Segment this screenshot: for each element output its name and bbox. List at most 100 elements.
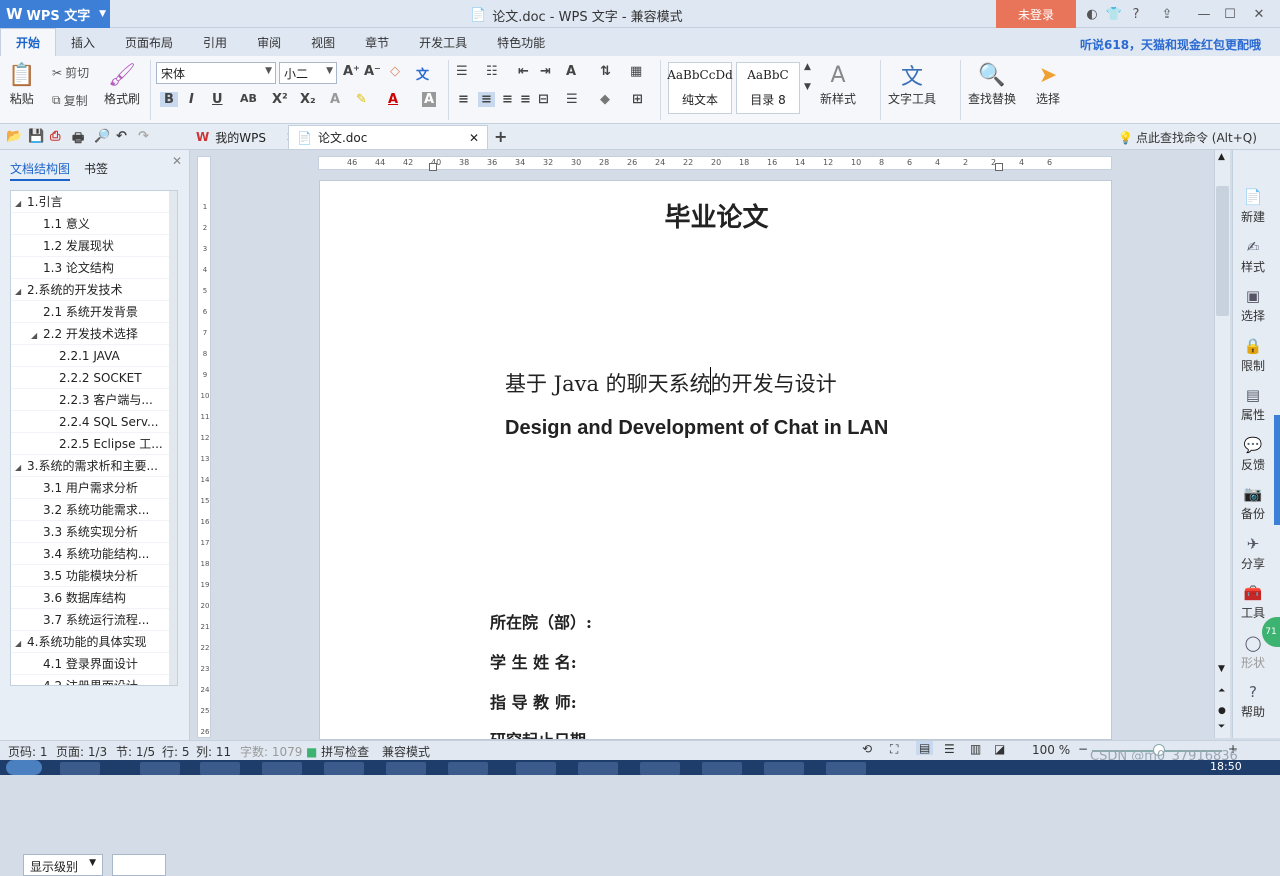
char-shading-icon[interactable]: A: [422, 92, 437, 107]
history-icon[interactable]: ⟲: [862, 742, 872, 756]
outline-item[interactable]: 3.7 系统运行流程...: [11, 609, 177, 631]
show-level-select[interactable]: 显示级别 ▼: [23, 854, 103, 876]
zoom-level[interactable]: 100 %: [1032, 743, 1070, 757]
shirt-icon[interactable]: 👕: [1105, 5, 1123, 23]
login-button[interactable]: 未登录: [996, 0, 1076, 28]
paste-button[interactable]: 📋 粘贴: [8, 60, 35, 107]
app-menu-button[interactable]: W WPS 文字 ▼: [0, 0, 110, 28]
sidebar-new-button[interactable]: 📄 新建: [1233, 188, 1273, 225]
table-icon[interactable]: ▦: [630, 64, 642, 79]
line-spacing-icon[interactable]: ☰: [566, 92, 578, 107]
shrink-font-icon[interactable]: A⁻: [364, 64, 381, 79]
start-button[interactable]: [6, 760, 42, 775]
tab-features[interactable]: 特色功能: [482, 28, 560, 56]
text-effect-icon[interactable]: A: [330, 92, 340, 107]
taskbar-app[interactable]: [324, 762, 364, 775]
help-icon[interactable]: ?: [1127, 5, 1145, 23]
close-icon[interactable]: ✕: [469, 131, 479, 145]
pinyin-icon[interactable]: 文: [416, 64, 429, 83]
sidebar-select-button[interactable]: ▣ 选择: [1233, 287, 1273, 324]
vertical-scrollbar[interactable]: ▲ ▼ ⏶ ● ⏷: [1214, 150, 1230, 738]
justify-icon[interactable]: ≡: [520, 92, 531, 107]
align-center-icon[interactable]: ≡: [478, 92, 495, 107]
subscript-icon[interactable]: X₂: [300, 92, 316, 107]
outline-item[interactable]: 3.1 用户需求分析: [11, 477, 177, 499]
taskbar-app[interactable]: [516, 762, 556, 775]
outline-item[interactable]: 1.3 论文结构: [11, 257, 177, 279]
tab-start[interactable]: 开始: [0, 28, 57, 56]
outline-item[interactable]: 2.2.1 JAVA: [11, 345, 177, 367]
outline-item[interactable]: ◢ 2.系统的开发技术: [11, 279, 177, 301]
page-view-icon[interactable]: ▤: [916, 741, 934, 755]
sidebar-share-button[interactable]: ✈ 分享: [1233, 535, 1273, 572]
outline-item[interactable]: 3.2 系统功能需求...: [11, 499, 177, 521]
text-size-icon[interactable]: A: [566, 64, 576, 79]
outline-item[interactable]: 2.2.3 客户端与...: [11, 389, 177, 411]
print-icon[interactable]: 🖶: [72, 129, 84, 151]
outline-item[interactable]: 4.2 注册界面设计: [11, 675, 177, 685]
highlight-icon[interactable]: ✎: [356, 92, 367, 107]
taskbar-app[interactable]: [826, 762, 866, 775]
align-right-icon[interactable]: ≡: [502, 92, 513, 107]
border-icon[interactable]: ⊞: [632, 92, 643, 107]
outline-item[interactable]: ◢ 2.2 开发技术选择: [11, 323, 177, 345]
outline-item[interactable]: 2.2.2 SOCKET: [11, 367, 177, 389]
command-search[interactable]: 💡 点此查找命令 (Alt+Q): [1118, 129, 1257, 146]
web-view-icon[interactable]: ▥: [970, 742, 981, 756]
taskbar-app[interactable]: [140, 762, 180, 775]
expand-toggle-icon[interactable]: ◢: [15, 633, 27, 652]
pdf-icon[interactable]: ⎙: [50, 129, 60, 144]
tab-view[interactable]: 视图: [296, 28, 350, 56]
document-page[interactable]: 毕业论文 基于 Java 的聊天系统的开发与设计 Design and Deve…: [319, 180, 1112, 740]
indent-marker[interactable]: [429, 163, 437, 171]
outline-item[interactable]: 3.6 数据库结构: [11, 587, 177, 609]
zoom-out-icon[interactable]: −: [1078, 742, 1088, 756]
outline-view-icon[interactable]: ☰: [944, 742, 955, 756]
outline-item[interactable]: ◢ 1.引言: [11, 191, 177, 213]
tab-section[interactable]: 章节: [350, 28, 404, 56]
indent-icon[interactable]: ⇥: [540, 64, 551, 79]
bullets-icon[interactable]: ☰: [456, 64, 468, 79]
tab-developer[interactable]: 开发工具: [404, 28, 482, 56]
superscript-icon[interactable]: X²: [272, 92, 288, 107]
minimize-icon[interactable]: —: [1195, 5, 1213, 23]
save-icon[interactable]: 💾: [28, 129, 44, 144]
select-button[interactable]: ➤ 选择: [1036, 60, 1060, 107]
numbering-icon[interactable]: ☷: [486, 64, 498, 79]
tab-references[interactable]: 引用: [188, 28, 242, 56]
taskbar-app[interactable]: [578, 762, 618, 775]
expand-toggle-icon[interactable]: ◢: [15, 193, 27, 212]
new-style-button[interactable]: A 新样式: [820, 60, 856, 107]
spell-check-toggle[interactable]: ■ 拼写检查: [306, 743, 369, 760]
reading-view-icon[interactable]: ◪: [994, 742, 1005, 756]
full-screen-icon[interactable]: ⛶: [890, 742, 898, 757]
undo-icon[interactable]: ↶: [116, 129, 127, 144]
copy-button[interactable]: ⧉ 复制: [52, 92, 88, 109]
taskbar-app[interactable]: [386, 762, 426, 775]
grow-font-icon[interactable]: A⁺: [343, 64, 360, 79]
level-input[interactable]: [112, 854, 166, 876]
outline-item[interactable]: 2.2.5 Eclipse 工...: [11, 433, 177, 455]
new-tab-icon[interactable]: +: [494, 127, 507, 146]
outline-item[interactable]: 4.1 登录界面设计: [11, 653, 177, 675]
taskbar-app[interactable]: [702, 762, 742, 775]
tab-outline[interactable]: 文档结构图: [10, 160, 71, 181]
style-toc-8[interactable]: AaBbC 目录 8: [736, 62, 800, 114]
distribute-icon[interactable]: ⊟: [538, 92, 549, 107]
taskbar-app[interactable]: [448, 762, 488, 775]
strikethrough-icon[interactable]: AB: [240, 92, 257, 105]
sidebar-style-button[interactable]: ✍ 样式: [1233, 238, 1273, 275]
font-color-icon[interactable]: A: [388, 92, 398, 107]
style-plain-text[interactable]: AaBbCcDd 纯文本: [667, 62, 733, 114]
sidebar-restrict-button[interactable]: 🔒 限制: [1233, 337, 1273, 374]
outdent-icon[interactable]: ⇤: [518, 64, 529, 79]
tab-review[interactable]: 审阅: [242, 28, 296, 56]
select-browse-icon[interactable]: ●: [1218, 706, 1226, 716]
taskbar-app[interactable]: [200, 762, 240, 775]
fill-icon[interactable]: ◆: [600, 92, 610, 107]
taskbar-app[interactable]: [640, 762, 680, 775]
find-replace-button[interactable]: 🔍 查找替换: [968, 60, 1016, 107]
scroll-thumb[interactable]: [1216, 186, 1229, 316]
clear-format-icon[interactable]: ◇: [390, 64, 400, 79]
taskbar-app[interactable]: [60, 762, 100, 775]
